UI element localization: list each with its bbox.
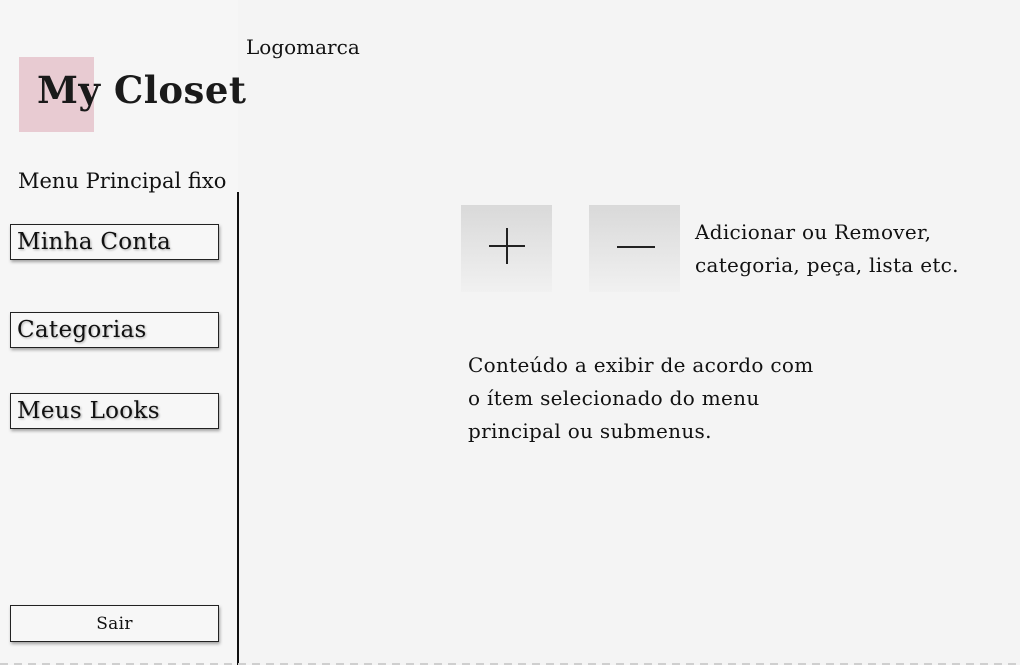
content-line: o ítem selecionado do menu	[468, 386, 760, 410]
sidebar-divider	[237, 192, 239, 665]
logout-button[interactable]: Sair	[10, 605, 219, 642]
add-button[interactable]	[461, 205, 552, 292]
sidebar-item-label: Categorias	[17, 317, 147, 343]
add-remove-description: Adicionar ou Remover, categoria, peça, l…	[695, 216, 959, 282]
description-line: Adicionar ou Remover,	[695, 220, 932, 244]
content-line: Conteúdo a exibir de acordo com	[468, 353, 814, 377]
content-placeholder: Conteúdo a exibir de acordo com o ítem s…	[468, 349, 814, 448]
remove-button[interactable]	[589, 205, 680, 292]
description-line: categoria, peça, lista etc.	[695, 253, 959, 277]
sidebar-item-meus-looks[interactable]: Meus Looks	[10, 393, 219, 429]
sidebar-item-minha-conta[interactable]: Minha Conta	[10, 224, 219, 260]
sidebar-item-label: Minha Conta	[17, 229, 172, 255]
logo-caption: Logomarca	[246, 35, 360, 59]
logo: My Closet	[37, 68, 247, 112]
sidebar-item-label: Meus Looks	[17, 398, 160, 424]
sidebar-item-categorias[interactable]: Categorias	[10, 312, 219, 348]
logout-label: Sair	[96, 614, 133, 634]
content-line: principal ou submenus.	[468, 419, 712, 443]
menu-caption: Menu Principal fixo	[18, 169, 227, 193]
